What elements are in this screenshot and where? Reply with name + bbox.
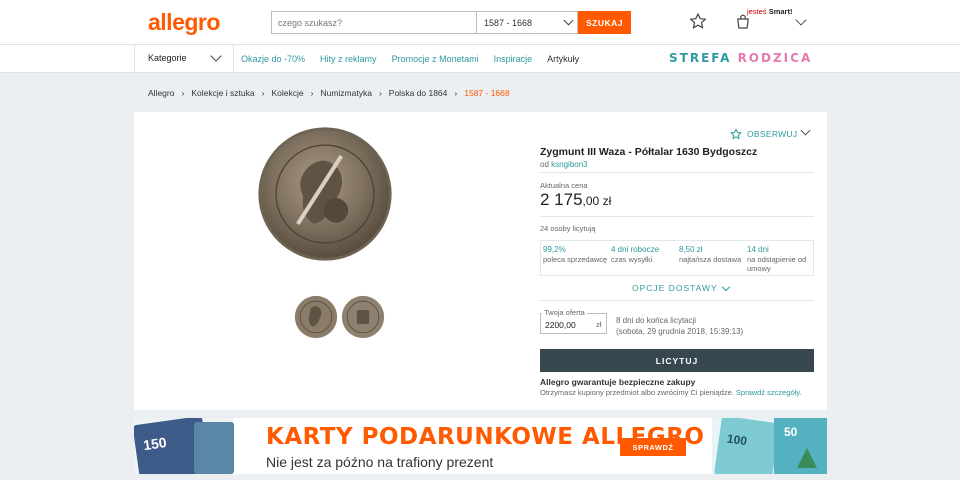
rodzica-word: RODZICA: [737, 51, 813, 65]
nav-link-promocje[interactable]: Promocje z Monetami: [392, 54, 479, 64]
strefa-word: STREFA: [669, 51, 732, 65]
stat-label: na odstąpienie od umowy: [747, 255, 807, 273]
stat-value: 99,2%: [543, 245, 566, 254]
thumbnail-strip: [294, 295, 385, 339]
divider: [540, 216, 814, 217]
product-card: OBSERWUJ Zygmunt III Waza - Półtalar 163…: [134, 112, 827, 410]
allegro-logo[interactable]: allegro: [148, 9, 220, 36]
smart-label: Smart!: [768, 7, 793, 16]
stat-recommend: 99,2% poleca sprzedawcę: [541, 241, 609, 275]
offer-label: Twoja oferta: [542, 308, 587, 317]
deadline-date: (sobota, 29 grudnia 2018, 15:39:13): [616, 327, 744, 336]
categories-dropdown[interactable]: Kategorie: [134, 45, 234, 73]
auction-deadline: 8 dni do końca licytacji (sobota, 29 gru…: [616, 315, 743, 337]
nav-links: Okazje do -70% Hity z reklamy Promocje z…: [241, 54, 579, 64]
bidders-count: 24 osoby licytują: [540, 224, 596, 233]
search-bar: 1587 - 1668 SZUKAJ: [271, 11, 631, 34]
gift-card-image-right: 100 50: [712, 418, 827, 474]
banner-check-button[interactable]: SPRAWDŹ: [620, 438, 686, 456]
seller-link[interactable]: ksngibon3: [551, 160, 587, 169]
top-header: allegro 1587 - 1668 SZUKAJ jesteś Smart!: [0, 0, 960, 45]
offer-currency: zł: [596, 320, 602, 329]
guarantee-link[interactable]: Sprawdź szczegóły.: [736, 388, 802, 397]
breadcrumb-separator: ›: [181, 88, 185, 98]
delivery-options-label: OPCJE DOSTAWY: [632, 283, 718, 293]
breadcrumb-current: 1587 - 1668: [464, 88, 510, 98]
card-right-value-a: 100: [726, 432, 748, 449]
breadcrumb-item[interactable]: Numizmatyka: [320, 88, 371, 98]
observe-label: OBSERWUJ: [747, 129, 798, 139]
guarantee-title: Allegro gwarantuje bezpieczne zakupy: [540, 377, 696, 387]
breadcrumb-separator: ›: [378, 88, 382, 98]
breadcrumb-item[interactable]: Polska do 1864: [389, 88, 448, 98]
guarantee-sub: Otrzymasz kupiony przedmiot albo zwrócim…: [540, 388, 734, 397]
observe-button[interactable]: OBSERWUJ: [730, 128, 797, 140]
smart-badge[interactable]: jesteś Smart!: [747, 7, 792, 16]
card-right-value-b: 50: [784, 425, 798, 439]
chevron-down-icon: [563, 15, 574, 26]
stat-label: najtańsza dostawa: [679, 255, 742, 264]
price-label: Aktualna cena: [540, 181, 588, 190]
stat-value: 4 dni robocze: [611, 245, 660, 254]
breadcrumb-separator: ›: [310, 88, 314, 98]
stat-value: 14 dni: [747, 245, 769, 254]
breadcrumb-item[interactable]: Kolekcje i sztuka: [191, 88, 254, 98]
thumbnail-obverse[interactable]: [294, 295, 338, 339]
search-category-select[interactable]: 1587 - 1668: [476, 11, 578, 34]
seller-line: od ksngibon3: [540, 160, 588, 169]
banner-subtitle: Nie jest za późno na trafiony prezent: [266, 454, 494, 470]
stat-cheapest-delivery: 8,50 zł najtańsza dostawa: [677, 241, 745, 275]
guarantee-text: Otrzymasz kupiony przedmiot albo zwrócim…: [540, 388, 802, 397]
divider: [540, 172, 814, 173]
deadline-days: 8 dni do końca licytacji: [616, 316, 697, 325]
chevron-down-icon: [721, 282, 730, 291]
seller-prefix: od: [540, 160, 549, 169]
breadcrumb-separator: ›: [454, 88, 458, 98]
nav-link-inspiracje[interactable]: Inspiracje: [494, 54, 533, 64]
strefa-rodzica-banner[interactable]: STREFA RODZICA: [669, 51, 812, 65]
chevron-down-icon[interactable]: [800, 125, 811, 136]
star-icon[interactable]: [689, 12, 707, 30]
stat-return: 14 dni na odstąpienie od umowy: [745, 241, 813, 275]
breadcrumb-item[interactable]: Allegro: [148, 88, 174, 98]
seller-stats: 99,2% poleca sprzedawcę 4 dni robocze czas…: [540, 240, 814, 276]
stat-value: 8,50 zł: [679, 245, 703, 254]
price-main: 2 175: [540, 190, 583, 209]
smart-prefix: jesteś: [747, 7, 767, 16]
search-input[interactable]: [271, 11, 476, 34]
search-category-value: 1587 - 1668: [484, 18, 533, 28]
account-chevron-icon[interactable]: [795, 14, 807, 26]
card-left-value: 150: [142, 434, 168, 453]
current-price: 2 175,00 zł: [540, 190, 611, 210]
breadcrumb-separator: ›: [261, 88, 265, 98]
categories-label: Kategorie: [148, 53, 187, 63]
search-button[interactable]: SZUKAJ: [578, 11, 631, 34]
stat-label: poleca sprzedawcę: [543, 255, 608, 264]
divider: [540, 300, 814, 301]
gift-card-image-left: 150: [134, 418, 234, 474]
bid-button[interactable]: LICYTUJ: [540, 349, 814, 372]
nav-bar: Kategorie Okazje do -70% Hity z reklamy …: [0, 45, 960, 73]
chevron-down-icon: [210, 50, 222, 62]
gift-card-banner[interactable]: 150 KARTY PODARUNKOWE ALLEGRO Nie jest z…: [134, 418, 827, 474]
product-main-image[interactable]: [257, 126, 393, 262]
stat-label: czas wysyłki: [611, 255, 653, 264]
nav-link-hity[interactable]: Hity z reklamy: [320, 54, 377, 64]
product-title: Zygmunt III Waza - Półtalar 1630 Bydgosz…: [540, 146, 758, 158]
delivery-options-toggle[interactable]: OPCJE DOSTAWY: [632, 282, 730, 293]
nav-link-okazje[interactable]: Okazje do -70%: [241, 54, 305, 64]
breadcrumb-item[interactable]: Kolekcje: [271, 88, 303, 98]
star-icon: [730, 128, 742, 140]
price-cents: ,00 zł: [582, 194, 612, 208]
stat-shipping-time: 4 dni robocze czas wysyłki: [609, 241, 677, 275]
thumbnail-reverse[interactable]: [341, 295, 385, 339]
nav-link-artykuly[interactable]: Artykuły: [547, 54, 579, 64]
breadcrumb: Allegro › Kolekcje i sztuka › Kolekcje ›…: [148, 88, 510, 98]
offer-value: 2200,00: [545, 320, 576, 330]
